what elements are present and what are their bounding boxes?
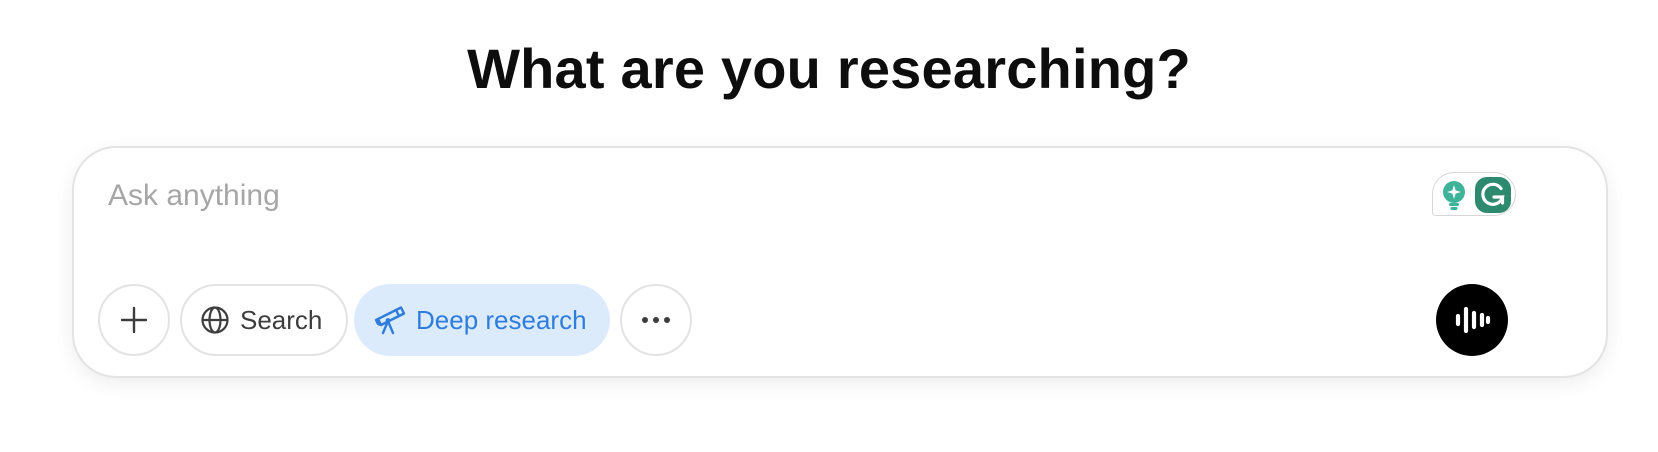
grammarly-icon (1475, 177, 1511, 213)
more-options-button[interactable] (620, 284, 692, 356)
telescope-icon (374, 306, 406, 335)
plus-icon (120, 306, 148, 334)
prompt-input[interactable] (108, 174, 1388, 218)
lightbulb-icon (1443, 181, 1465, 210)
globe-icon (201, 306, 229, 334)
ellipsis-icon (642, 317, 670, 323)
add-button[interactable] (98, 284, 170, 356)
page-heading: What are you researching? (467, 37, 1191, 100)
deep-research-button[interactable]: Deep research (354, 284, 610, 356)
voice-mode-button[interactable] (1436, 284, 1508, 356)
page: What are you researching? Ask anything S… (0, 0, 1658, 452)
prompt-composer: Search Deep research (72, 146, 1608, 378)
voice-waveform-icon (1455, 306, 1491, 334)
extension-badge[interactable] (1432, 172, 1516, 216)
search-button[interactable]: Search (180, 284, 348, 356)
search-button-label: Search (240, 304, 323, 335)
deep-research-button-label: Deep research (416, 304, 587, 335)
